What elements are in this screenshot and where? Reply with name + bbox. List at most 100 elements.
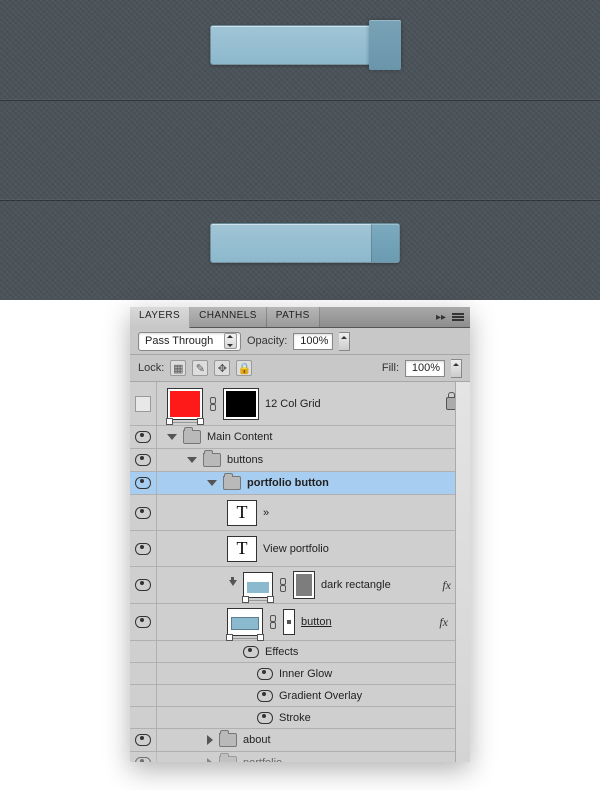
- fx-badge[interactable]: fx: [442, 578, 453, 593]
- eye-icon: [135, 507, 151, 519]
- fx-badge[interactable]: fx: [439, 615, 450, 630]
- folder-icon: [183, 430, 201, 444]
- visibility-toggle[interactable]: [130, 729, 157, 751]
- eye-icon[interactable]: [257, 712, 273, 724]
- tab-paths[interactable]: PATHS: [267, 307, 320, 327]
- preview-row-2: [0, 100, 600, 201]
- lock-all-icon[interactable]: 🔒: [236, 360, 252, 376]
- layer-thumbnail: [243, 572, 273, 598]
- eye-icon: [135, 579, 151, 591]
- preview-row-3: View portfolio »: [0, 200, 600, 300]
- layer-row-about[interactable]: about: [130, 729, 470, 752]
- layer-row-main-content[interactable]: Main Content: [130, 426, 470, 449]
- vector-mask-thumbnail: [293, 571, 315, 599]
- disclosure-triangle-icon[interactable]: [207, 735, 213, 745]
- layers-list: 12 Col Grid Main Content buttons: [130, 382, 470, 762]
- disclosure-triangle-icon[interactable]: [187, 457, 197, 463]
- layer-row-effects[interactable]: Effects: [130, 641, 470, 663]
- layer-name: Stroke: [279, 712, 311, 724]
- folder-icon: [203, 453, 221, 467]
- blend-mode-select[interactable]: Pass Through: [138, 332, 241, 351]
- panel-tab-bar: LAYERS CHANNELS PATHS ▸▸: [130, 307, 470, 328]
- link-icon: [279, 578, 287, 592]
- visibility-toggle[interactable]: [130, 472, 157, 494]
- eye-icon[interactable]: [257, 690, 273, 702]
- visibility-toggle[interactable]: [130, 604, 157, 640]
- layer-name: Main Content: [207, 431, 272, 443]
- disclosure-triangle-icon[interactable]: [207, 480, 217, 486]
- layer-thumbnail: [227, 608, 263, 636]
- eye-icon[interactable]: [243, 646, 259, 658]
- visibility-off-icon: [135, 396, 151, 412]
- visibility-toggle[interactable]: [130, 495, 157, 530]
- lock-position-icon[interactable]: ✥: [214, 360, 230, 376]
- opacity-stepper[interactable]: [339, 332, 350, 351]
- visibility-toggle[interactable]: [130, 707, 157, 728]
- layer-row-gradient-overlay[interactable]: Gradient Overlay: [130, 685, 470, 707]
- preview-row-1: [0, 0, 600, 101]
- blend-mode-value: Pass Through: [145, 335, 218, 347]
- layer-name: Inner Glow: [279, 668, 332, 680]
- disclosure-triangle-icon[interactable]: [167, 434, 177, 440]
- layer-row-button-shape[interactable]: button fx: [130, 604, 470, 641]
- visibility-toggle[interactable]: [130, 382, 157, 425]
- eye-icon: [135, 431, 151, 443]
- eye-icon: [135, 757, 151, 762]
- layer-name: portfolio button: [247, 477, 329, 489]
- tab-channels[interactable]: CHANNELS: [190, 307, 267, 327]
- layer-name: buttons: [227, 454, 263, 466]
- fx-disclosure-icon[interactable]: [459, 581, 464, 589]
- lock-pixels-icon[interactable]: ✎: [192, 360, 208, 376]
- layer-row-arrow-text[interactable]: T »: [130, 495, 470, 531]
- visibility-toggle[interactable]: [130, 685, 157, 706]
- link-icon: [209, 397, 217, 411]
- fx-disclosure-icon[interactable]: [456, 620, 464, 625]
- button-preview-stage1: [210, 25, 400, 65]
- eye-icon: [135, 543, 151, 555]
- design-preview: View portfolio »: [0, 0, 600, 300]
- layer-row-stroke[interactable]: Stroke: [130, 707, 470, 729]
- lock-icon: [446, 397, 458, 410]
- visibility-toggle[interactable]: [130, 449, 157, 471]
- layer-thumbnail: [167, 388, 203, 420]
- layer-row-buttons[interactable]: buttons: [130, 449, 470, 472]
- layer-row-portfolio-button[interactable]: portfolio button: [130, 472, 470, 495]
- layer-name: View portfolio: [263, 543, 329, 555]
- disclosure-triangle-icon[interactable]: [207, 758, 213, 762]
- layer-row-grid[interactable]: 12 Col Grid: [130, 382, 470, 426]
- layer-name: »: [263, 507, 269, 519]
- layer-row-portfor[interactable]: portfolio: [130, 752, 470, 762]
- tab-layers[interactable]: LAYERS: [130, 307, 190, 328]
- fill-label: Fill:: [382, 362, 399, 374]
- folder-icon: [219, 733, 237, 747]
- layers-panel: LAYERS CHANNELS PATHS ▸▸ Pass Through Op…: [130, 307, 470, 762]
- eye-icon: [135, 734, 151, 746]
- blend-opacity-row: Pass Through Opacity: 100%: [130, 328, 470, 355]
- opacity-label: Opacity:: [247, 335, 287, 347]
- opacity-field[interactable]: 100%: [293, 333, 333, 350]
- link-icon: [269, 615, 277, 629]
- visibility-toggle[interactable]: [130, 567, 157, 603]
- layer-name: about: [243, 734, 271, 746]
- panel-menu-icon[interactable]: [452, 313, 464, 321]
- collapse-panel-icon[interactable]: ▸▸: [436, 312, 446, 323]
- eye-icon[interactable]: [257, 668, 273, 680]
- visibility-toggle[interactable]: [130, 752, 157, 762]
- layer-name: button: [301, 616, 332, 628]
- text-layer-icon: T: [227, 536, 257, 562]
- visibility-toggle[interactable]: [130, 426, 157, 448]
- visibility-toggle[interactable]: [130, 641, 157, 662]
- layer-row-inner-glow[interactable]: Inner Glow: [130, 663, 470, 685]
- layer-row-dark-rectangle[interactable]: dark rectangle fx: [130, 567, 470, 604]
- layer-row-view-portfolio-text[interactable]: T View portfolio: [130, 531, 470, 567]
- text-layer-icon: T: [227, 500, 257, 526]
- fill-field[interactable]: 100%: [405, 360, 445, 377]
- visibility-toggle[interactable]: [130, 663, 157, 684]
- select-stepper-icon: [224, 333, 237, 349]
- fill-stepper[interactable]: [451, 359, 462, 378]
- visibility-toggle[interactable]: [130, 531, 157, 566]
- lock-transparent-icon[interactable]: ▦: [170, 360, 186, 376]
- folder-icon: [223, 476, 241, 490]
- eye-icon: [135, 454, 151, 466]
- layer-name: Gradient Overlay: [279, 690, 362, 702]
